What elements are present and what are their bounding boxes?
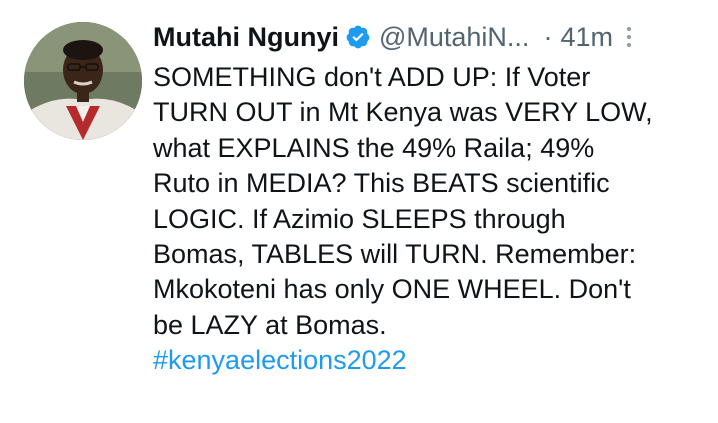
tweet-content: Mutahi Ngunyi @MutahiN... · 41m SOMETHIN… — [153, 14, 703, 379]
separator-dot: · — [543, 21, 553, 52]
hashtag-link[interactable]: #kenyaelections2022 — [153, 343, 407, 378]
more-vertical-icon[interactable] — [626, 24, 631, 50]
avatar[interactable] — [24, 22, 142, 140]
avatar-photo-icon — [24, 22, 142, 140]
tweet[interactable]: Mutahi Ngunyi @MutahiN... · 41m SOMETHIN… — [0, 0, 718, 423]
author-name[interactable]: Mutahi Ngunyi — [153, 22, 339, 53]
timestamp[interactable]: 41m — [560, 22, 613, 53]
tweet-text: SOMETHING don't ADD UP: If Voter TURN OU… — [153, 62, 653, 340]
tweet-header: Mutahi Ngunyi @MutahiN... · 41m — [153, 14, 703, 60]
author-handle[interactable]: @MutahiN... — [379, 22, 529, 53]
verified-badge-icon — [345, 24, 371, 50]
